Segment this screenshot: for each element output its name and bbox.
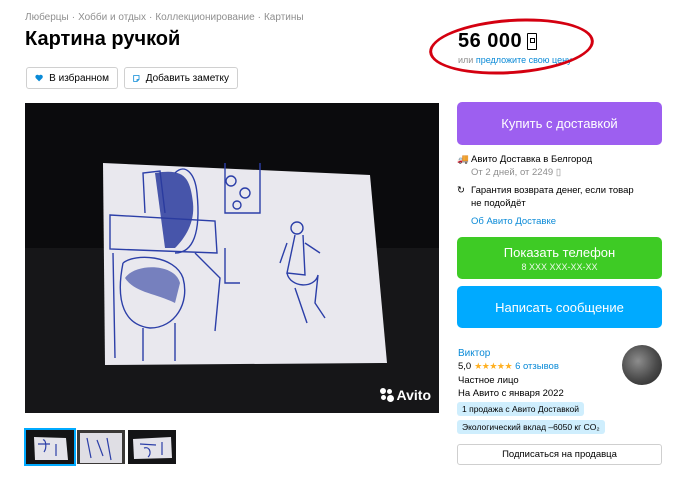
add-note-label: Добавить заметку [145, 72, 229, 84]
write-message-label: Написать сообщение [495, 299, 624, 315]
add-note-button[interactable]: Добавить заметку [124, 67, 238, 89]
show-phone-label: Показать телефон [503, 244, 616, 260]
guarantee-info-cont: не подойдёт [471, 198, 526, 209]
photo-thumbnail[interactable] [128, 430, 176, 464]
breadcrumb-item[interactable]: Картины [264, 12, 304, 23]
truck-icon: 🚚 [457, 154, 469, 165]
breadcrumb-item[interactable]: Коллекционирование [155, 12, 254, 23]
rating-value: 5,0 [458, 361, 472, 372]
favorite-button[interactable]: В избранном [26, 67, 118, 89]
about-delivery-link[interactable]: Об Авито Доставке [471, 216, 556, 227]
photo-thumbnail[interactable] [77, 430, 125, 464]
write-message-button[interactable]: Написать сообщение [457, 286, 662, 328]
seller-since: На Авито с января 2022 [458, 388, 564, 399]
delivery-terms: От 2 дней, от 2249 ▯ [471, 167, 561, 178]
favorite-label: В избранном [49, 72, 109, 84]
breadcrumb-item[interactable]: Хобби и отдых [78, 12, 146, 23]
highlight-circle [427, 13, 596, 80]
eco-badge: Экологический вклад –6050 кг CO₂ [457, 420, 605, 434]
info-icon[interactable]: ▯ [556, 167, 561, 178]
guarantee-info: ↻ Гарантия возврата денег, если товар [457, 185, 634, 196]
subscribe-seller-button[interactable]: Подписаться на продавца [457, 444, 662, 465]
photo-thumbnail[interactable] [24, 428, 76, 466]
guarantee-text-cont: не подойдёт [471, 198, 526, 209]
page-title: Картина ручкой [25, 28, 181, 50]
sales-badge: 1 продажа с Авито Доставкой [457, 402, 585, 416]
heart-icon [35, 74, 43, 82]
seller-type: Частное лицо [458, 375, 519, 386]
breadcrumb-item[interactable]: Люберцы [25, 12, 69, 23]
avatar[interactable] [622, 345, 662, 385]
reviews-link[interactable]: 6 отзывов [515, 361, 559, 372]
drawing-image [25, 103, 439, 413]
main-photo[interactable]: Avito [25, 103, 439, 413]
avito-watermark: Avito [379, 387, 431, 403]
seller-name[interactable]: Виктор [458, 348, 490, 359]
watermark-text: Avito [396, 387, 431, 403]
show-phone-button[interactable]: Показать телефон 8 XXX XXX-XX-XX [457, 237, 662, 279]
rating-stars-icon: ★★★★★ [474, 361, 513, 371]
subscribe-label: Подписаться на продавца [502, 449, 617, 460]
avito-logo-icon [379, 388, 394, 402]
delivery-terms-text: От 2 дней, от 2249 [471, 167, 554, 178]
buy-with-delivery-button[interactable]: Купить с доставкой [457, 102, 662, 145]
guarantee-text: Гарантия возврата денег, если товар [471, 185, 634, 196]
seller-rating: 5,0 ★★★★★ 6 отзывов [458, 361, 559, 372]
note-icon [133, 74, 140, 82]
breadcrumb: Люберцы · Хобби и отдых · Коллекционирование… [25, 12, 304, 23]
buy-button-label: Купить с доставкой [501, 116, 618, 131]
refresh-icon: ↻ [457, 185, 465, 196]
delivery-title: Авито Доставка в Белгород [471, 154, 593, 165]
masked-phone: 8 XXX XXX-XX-XX [521, 261, 598, 272]
delivery-info: 🚚 Авито Доставка в Белгород [457, 154, 592, 165]
